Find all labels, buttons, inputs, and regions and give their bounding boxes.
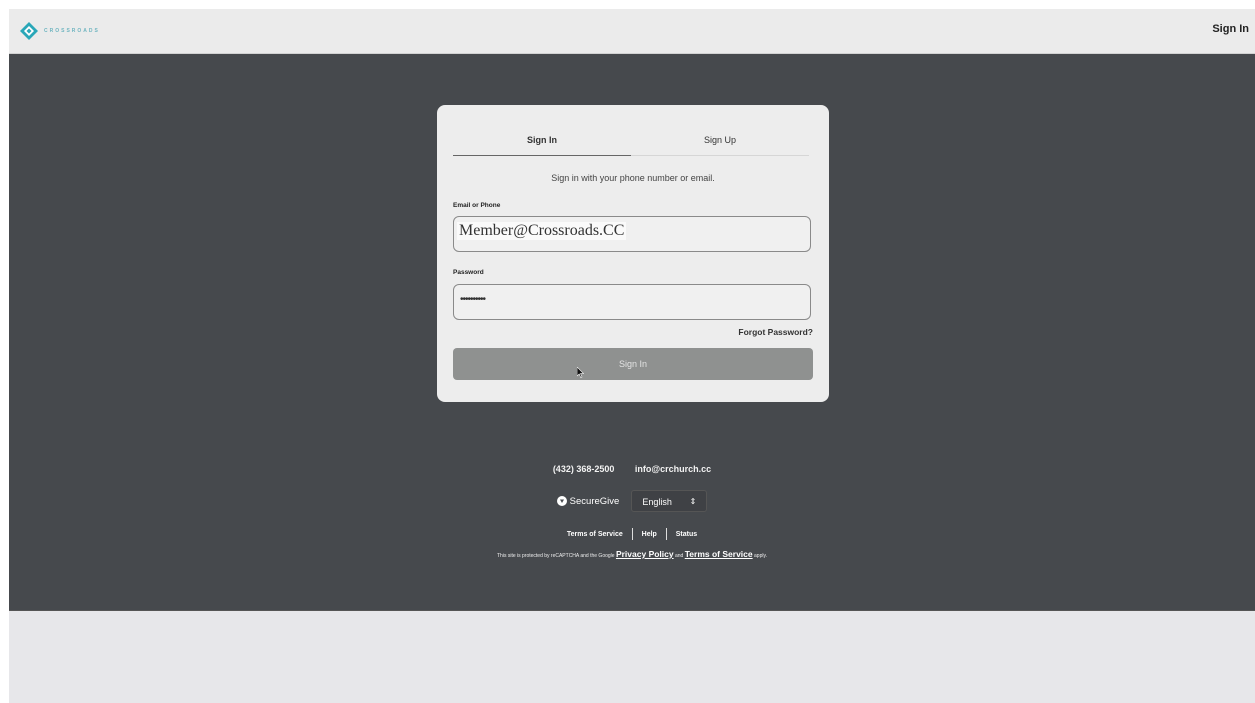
forgot-password-link[interactable]: Forgot Password? <box>738 327 813 337</box>
footer-links: Terms of Service Help Status <box>9 528 1255 540</box>
email-field-value: Member@Crossroads.CC <box>457 222 627 240</box>
footer-phone-link[interactable]: (432) 368-2500 <box>553 464 615 474</box>
browser-viewport: CROSSROADS Sign In Sign In Sign Up Sign … <box>9 9 1255 703</box>
recaptcha-notice: This site is protected by reCAPTCHA and … <box>9 549 1255 562</box>
logo-wordmark: CROSSROADS <box>44 28 100 34</box>
sign-in-button[interactable]: Sign In <box>453 348 813 380</box>
header-sign-in-link[interactable]: Sign In <box>1212 23 1249 35</box>
crossroads-logo[interactable]: CROSSROADS <box>19 21 100 41</box>
footer-email-link[interactable]: info@crchurch.cc <box>635 464 711 474</box>
sign-in-instructions: Sign in with your phone number or email. <box>551 173 715 183</box>
select-arrows-icon: ⇕ <box>689 497 697 506</box>
password-field-label: Password <box>453 269 484 276</box>
securegive-wordmark: SecureGive <box>569 495 620 507</box>
recaptcha-notice-text: This site is protected by reCAPTCHA and … <box>497 553 615 559</box>
footer-contact: (432) 368-2500 info@crchurch.cc <box>9 464 1255 474</box>
status-link[interactable]: Status <box>676 531 697 538</box>
securegive-logo[interactable]: SecureGive <box>556 495 620 507</box>
terms-of-service-link[interactable]: Terms of Service <box>567 531 623 538</box>
privacy-policy-link[interactable]: Privacy Policy <box>616 549 674 559</box>
language-select[interactable]: English ⇕ <box>631 490 708 512</box>
securegive-shield-icon <box>556 496 567 506</box>
top-navigation-bar: CROSSROADS Sign In <box>9 9 1255 54</box>
language-select-value: English <box>642 497 672 507</box>
main-content-area: Sign In Sign Up Sign in with your phone … <box>9 54 1255 610</box>
recaptcha-terms-link[interactable]: Terms of Service <box>685 549 753 559</box>
sign-in-card: Sign In Sign Up Sign in with your phone … <box>437 105 829 402</box>
link-divider <box>631 528 633 540</box>
mouse-pointer-icon <box>576 359 585 391</box>
link-divider <box>665 528 667 540</box>
email-field-label: Email or Phone <box>453 202 501 209</box>
tab-sign-in[interactable]: Sign In <box>453 127 631 156</box>
help-link[interactable]: Help <box>642 531 657 538</box>
recaptcha-apply-text: apply. <box>754 553 767 559</box>
recaptcha-and-text: and <box>675 553 684 559</box>
sign-in-button-label: Sign In <box>618 359 648 369</box>
page-bottom-area <box>9 610 1255 703</box>
password-field[interactable]: •••••••••• <box>453 284 811 320</box>
crossroads-diamond-icon <box>19 21 39 41</box>
password-field-value: •••••••••• <box>460 294 486 305</box>
footer-brand-row: SecureGive English ⇕ <box>9 490 1255 512</box>
email-field[interactable]: Member@Crossroads.CC <box>453 216 811 252</box>
tab-sign-up[interactable]: Sign Up <box>631 127 809 156</box>
